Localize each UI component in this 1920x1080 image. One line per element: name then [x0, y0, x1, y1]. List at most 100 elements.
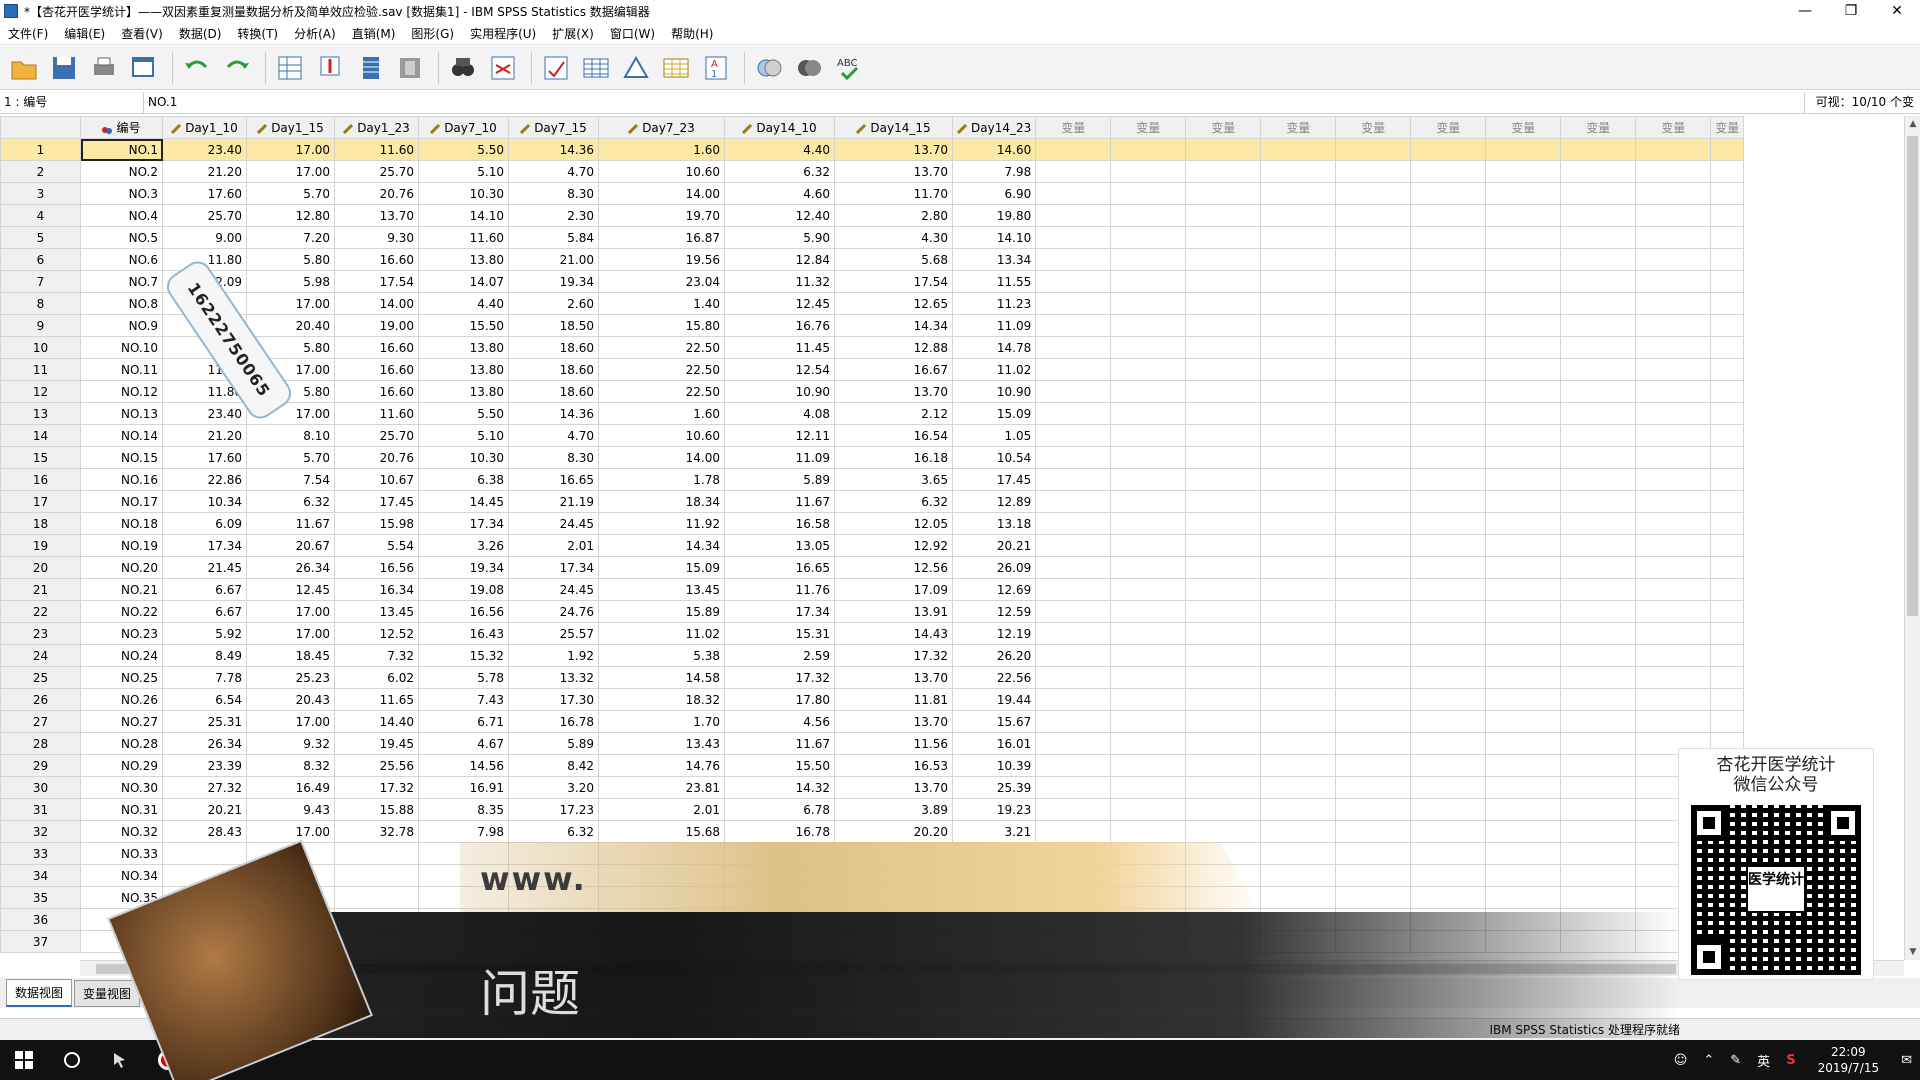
data-cell[interactable]: 10.90 — [724, 380, 835, 403]
empty-cell[interactable] — [1110, 864, 1187, 887]
data-cell[interactable]: 13.80 — [418, 358, 509, 381]
data-cell[interactable]: 7.20 — [246, 226, 335, 249]
data-cell[interactable]: 1.78 — [598, 468, 725, 491]
empty-cell[interactable] — [1560, 292, 1637, 315]
data-cell[interactable]: 20.21 — [162, 798, 247, 821]
data-cell[interactable]: 32.78 — [334, 820, 419, 843]
column-header[interactable]: Day7_10 — [418, 116, 509, 139]
empty-cell[interactable] — [1410, 424, 1487, 447]
empty-cell[interactable] — [1035, 864, 1112, 887]
data-cell[interactable]: 8.32 — [246, 754, 335, 777]
data-cell[interactable] — [246, 930, 335, 953]
empty-cell[interactable] — [1185, 358, 1262, 381]
grid-corner[interactable] — [0, 116, 81, 139]
data-cell[interactable]: 5.68 — [834, 248, 953, 271]
data-cell[interactable] — [951, 842, 1037, 865]
empty-cell[interactable] — [1185, 908, 1262, 931]
empty-cell[interactable] — [1260, 644, 1337, 667]
row-number[interactable]: 27 — [0, 710, 81, 733]
data-cell[interactable]: 16.56 — [418, 600, 509, 623]
empty-cell[interactable] — [1710, 534, 1745, 557]
empty-cell[interactable] — [1185, 754, 1262, 777]
row-number[interactable]: 12 — [0, 380, 81, 403]
data-cell[interactable] — [334, 930, 419, 953]
redo-icon[interactable] — [219, 50, 255, 86]
empty-cell[interactable] — [1635, 490, 1712, 513]
empty-cell[interactable] — [1485, 710, 1562, 733]
empty-cell[interactable] — [1260, 666, 1337, 689]
data-cell[interactable]: 22.50 — [598, 380, 725, 403]
weight-cases-icon[interactable] — [618, 50, 654, 86]
data-cell[interactable]: 2.12 — [834, 402, 953, 425]
empty-cell[interactable] — [1185, 204, 1262, 227]
empty-cell[interactable] — [1335, 160, 1412, 183]
save-icon[interactable] — [46, 50, 82, 86]
empty-cell[interactable] — [1110, 490, 1187, 513]
data-cell[interactable]: 13.32 — [508, 666, 599, 689]
empty-cell[interactable] — [1710, 688, 1745, 711]
row-number[interactable]: 8 — [0, 292, 81, 315]
empty-cell[interactable] — [1185, 468, 1262, 491]
data-cell[interactable]: 8.30 — [508, 182, 599, 205]
horizontal-scrollbar[interactable] — [80, 960, 1904, 976]
data-cell[interactable]: 26.34 — [162, 732, 247, 755]
row-number[interactable]: 24 — [0, 644, 81, 667]
empty-cell[interactable] — [1710, 336, 1745, 359]
data-cell[interactable]: 10.60 — [598, 160, 725, 183]
empty-cell[interactable] — [1185, 336, 1262, 359]
data-cell[interactable] — [246, 842, 335, 865]
data-cell[interactable]: 5.50 — [418, 138, 509, 161]
empty-cell[interactable] — [1635, 600, 1712, 623]
data-cell[interactable]: NO.9 — [80, 314, 163, 337]
empty-cell[interactable] — [1410, 292, 1487, 315]
empty-cell[interactable] — [1485, 248, 1562, 271]
data-cell[interactable]: 25.56 — [334, 754, 419, 777]
empty-cell[interactable] — [1185, 138, 1262, 161]
data-cell[interactable]: 16.60 — [334, 248, 419, 271]
row-number[interactable]: 4 — [0, 204, 81, 227]
data-cell[interactable]: 11.09 — [724, 446, 835, 469]
empty-cell[interactable] — [1260, 314, 1337, 337]
empty-cell[interactable] — [1410, 930, 1487, 953]
empty-cell[interactable] — [1410, 534, 1487, 557]
empty-cell[interactable] — [1560, 842, 1637, 865]
column-header[interactable]: 编号 — [80, 116, 163, 139]
empty-cell[interactable] — [1710, 204, 1745, 227]
data-cell[interactable]: 8.42 — [508, 754, 599, 777]
data-cell[interactable]: 15.09 — [598, 556, 725, 579]
empty-cell[interactable] — [1260, 424, 1337, 447]
empty-cell[interactable] — [1410, 270, 1487, 293]
data-cell[interactable] — [162, 864, 247, 887]
empty-cell[interactable] — [1710, 138, 1745, 161]
data-cell[interactable]: 17.45 — [951, 468, 1037, 491]
data-cell[interactable]: 15.09 — [951, 402, 1037, 425]
empty-cell[interactable] — [1035, 754, 1112, 777]
empty-cell[interactable] — [1635, 204, 1712, 227]
empty-column-header[interactable]: 变量 — [1260, 116, 1337, 139]
empty-cell[interactable] — [1635, 512, 1712, 535]
data-cell[interactable]: 19.70 — [598, 204, 725, 227]
empty-cell[interactable] — [1560, 380, 1637, 403]
data-cell[interactable]: 12.59 — [951, 600, 1037, 623]
split-file-icon[interactable] — [578, 50, 614, 86]
data-cell[interactable]: 5.38 — [598, 644, 725, 667]
empty-cell[interactable] — [1185, 666, 1262, 689]
data-cell[interactable]: NO.17 — [80, 490, 163, 513]
empty-cell[interactable] — [1110, 424, 1187, 447]
empty-cell[interactable] — [1335, 820, 1412, 843]
data-cell[interactable]: 11.92 — [598, 512, 725, 535]
data-cell[interactable]: 11.67 — [246, 512, 335, 535]
data-cell[interactable]: 19.80 — [951, 204, 1037, 227]
data-cell[interactable]: 14.34 — [834, 314, 953, 337]
empty-cell[interactable] — [1035, 270, 1112, 293]
empty-cell[interactable] — [1485, 226, 1562, 249]
empty-cell[interactable] — [1410, 600, 1487, 623]
data-cell[interactable]: 19.08 — [418, 578, 509, 601]
data-cell[interactable]: 16.43 — [418, 622, 509, 645]
empty-cell[interactable] — [1485, 578, 1562, 601]
empty-cell[interactable] — [1485, 688, 1562, 711]
data-cell[interactable]: 17.32 — [334, 776, 419, 799]
empty-cell[interactable] — [1635, 314, 1712, 337]
empty-cell[interactable] — [1185, 864, 1262, 887]
data-cell[interactable]: 11.81 — [834, 688, 953, 711]
